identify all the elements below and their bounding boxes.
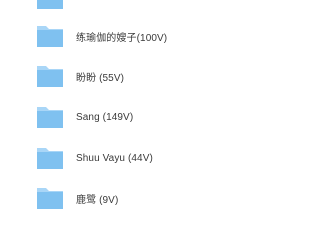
folder-item-5[interactable]: 鹿鹭 (9V) bbox=[36, 184, 286, 212]
folder-label: 盼盼 (55V) bbox=[76, 72, 125, 84]
folder-item-0[interactable] bbox=[36, 0, 286, 12]
folder-list: 练瑜伽的嫂子(100V) 盼盼 (55V) Sang (149V) Shuu V… bbox=[0, 0, 300, 209]
folder-item-1[interactable]: 练瑜伽的嫂子(100V) bbox=[36, 22, 286, 50]
folder-label: 练瑜伽的嫂子(100V) bbox=[76, 32, 168, 44]
folder-icon bbox=[36, 186, 64, 210]
folder-icon bbox=[36, 64, 64, 88]
folder-label: Sang (149V) bbox=[76, 111, 134, 123]
folder-item-4[interactable]: Shuu Vayu (44V) bbox=[36, 144, 286, 172]
folder-label: Shuu Vayu (44V) bbox=[76, 152, 153, 164]
folder-item-2[interactable]: 盼盼 (55V) bbox=[36, 62, 286, 90]
folder-icon bbox=[36, 105, 64, 129]
folder-icon bbox=[36, 0, 64, 10]
folder-label: 鹿鹭 (9V) bbox=[76, 194, 119, 206]
folder-icon bbox=[36, 24, 64, 48]
folder-icon bbox=[36, 146, 64, 170]
folder-item-3[interactable]: Sang (149V) bbox=[36, 103, 286, 131]
